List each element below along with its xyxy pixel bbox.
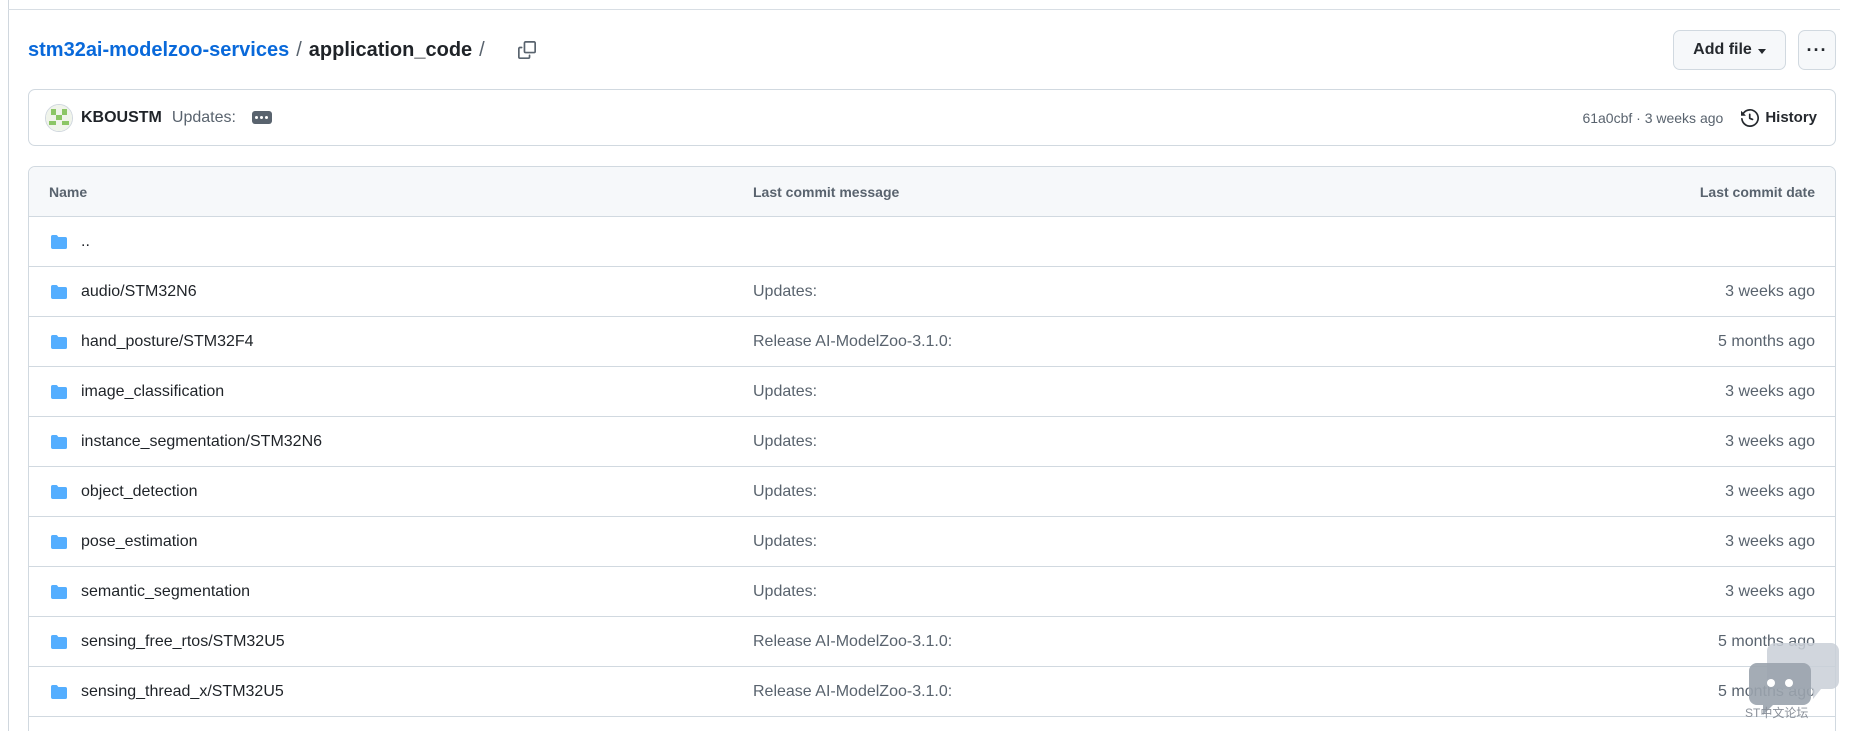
folder-link[interactable]: pose_estimation: [81, 533, 198, 551]
folder-icon: [51, 234, 67, 249]
column-header-date: Last commit date: [1699, 183, 1815, 200]
folder-icon: [51, 534, 67, 549]
commit-date: 3 weeks ago: [1725, 532, 1815, 550]
header-actions: Add file ···: [1673, 30, 1836, 70]
avatar[interactable]: [45, 103, 73, 132]
file-table: Name Last commit message Last commit dat…: [28, 166, 1836, 731]
folder-link[interactable]: sensing_thread_x/STM32U5: [81, 683, 284, 701]
folder-icon: [51, 384, 67, 399]
ellipsis-dot: [260, 116, 264, 119]
folder-icon: [51, 584, 67, 599]
add-file-button[interactable]: Add file: [1673, 30, 1786, 70]
file-name-cell: audio/STM32N6: [49, 283, 197, 301]
commit-author[interactable]: KBOUSTM: [81, 109, 162, 127]
expand-commit-message-button[interactable]: [251, 111, 272, 124]
commit-message-link[interactable]: Updates:: [753, 483, 817, 501]
folder-link[interactable]: hand_posture/STM32F4: [81, 333, 254, 351]
table-row[interactable]: pose_estimation Updates: 3 weeks ago: [29, 517, 1835, 567]
file-name-cell: hand_posture/STM32F4: [49, 333, 254, 351]
copy-icon: [517, 41, 536, 59]
folder-icon: [51, 334, 67, 349]
breadcrumb-repo-link[interactable]: stm32ai-modelzoo-services: [28, 39, 289, 62]
folder-icon: [51, 684, 67, 699]
page-left-border: [8, 0, 9, 731]
commit-message-link[interactable]: Updates:: [753, 583, 817, 601]
commit-date: 3 weeks ago: [1725, 282, 1815, 300]
breadcrumb-trailing-separator: /: [479, 38, 485, 61]
folder-icon: [51, 484, 67, 499]
latest-commit-bar: KBOUSTM Updates: 61a0cbf · 3 weeks ago H…: [28, 89, 1836, 146]
table-row[interactable]: image_classification Updates: 3 weeks ago: [29, 367, 1835, 417]
more-options-button[interactable]: ···: [1798, 30, 1836, 70]
chevron-down-icon: [1757, 48, 1766, 54]
file-rows: audio/STM32N6 Updates: 3 weeks ago hand_pos…: [29, 267, 1835, 717]
file-name-cell: pose_estimation: [49, 533, 198, 551]
commit-message-link[interactable]: Release AI-ModelZoo-3.1.0:: [753, 333, 952, 351]
identicon-icon: [46, 104, 72, 131]
breadcrumb-current-directory: application_code: [308, 38, 473, 61]
parent-directory-link[interactable]: ..: [81, 233, 90, 251]
folder-link[interactable]: audio/STM32N6: [81, 283, 197, 301]
commit-message-link[interactable]: Updates:: [753, 383, 817, 401]
folder-icon: [51, 434, 67, 449]
folder-icon: [51, 634, 67, 649]
commit-date: 5 months ago: [1718, 332, 1815, 350]
table-row[interactable]: semantic_segmentation Updates: 3 weeks ago: [29, 567, 1835, 617]
history-button[interactable]: History: [1741, 108, 1817, 127]
commit-meta: 61a0cbf · 3 weeks ago History: [1582, 108, 1817, 127]
commit-date: 3 weeks ago: [1725, 432, 1815, 450]
commit-message-link[interactable]: Release AI-ModelZoo-3.1.0:: [753, 633, 952, 651]
table-row[interactable]: audio/STM32N6 Updates: 3 weeks ago: [29, 267, 1835, 317]
folder-link[interactable]: semantic_segmentation: [81, 583, 250, 601]
table-header: Name Last commit message Last commit dat…: [29, 167, 1835, 217]
column-header-name: Name: [49, 183, 88, 200]
history-icon: [1741, 108, 1760, 127]
commit-message[interactable]: Updates:: [172, 109, 236, 127]
breadcrumb-separator: /: [296, 38, 302, 61]
watermark-text: ST中文论坛: [1745, 706, 1809, 720]
commit-date: 3 weeks ago: [1725, 382, 1815, 400]
add-file-label: Add file: [1693, 41, 1752, 58]
ellipsis-dot: [255, 116, 259, 119]
commit-date: 3 weeks ago: [1725, 482, 1815, 500]
table-row[interactable]: object_detection Updates: 3 weeks ago: [29, 467, 1835, 517]
file-name-cell: sensing_free_rtos/STM32U5: [49, 633, 285, 651]
page-top-border: [8, 9, 1840, 10]
table-row-parent-directory[interactable]: ..: [29, 217, 1835, 267]
file-name-cell: instance_segmentation/STM32N6: [49, 433, 322, 451]
breadcrumb: stm32ai-modelzoo-services / application_…: [28, 39, 492, 62]
file-name-cell: semantic_segmentation: [49, 583, 250, 601]
folder-link[interactable]: sensing_free_rtos/STM32U5: [81, 633, 285, 651]
commit-message-link[interactable]: Release AI-ModelZoo-3.1.0:: [753, 683, 952, 701]
ellipsis-dot: [265, 116, 269, 119]
folder-link[interactable]: instance_segmentation/STM32N6: [81, 433, 322, 451]
history-label: History: [1765, 109, 1817, 126]
table-row[interactable]: instance_segmentation/STM32N6 Updates: 3 w…: [29, 417, 1835, 467]
table-row[interactable]: sensing_free_rtos/STM32U5 Release AI-Mode…: [29, 617, 1835, 667]
folder-link[interactable]: object_detection: [81, 483, 198, 501]
copy-path-button[interactable]: [514, 37, 540, 63]
table-row[interactable]: sensing_thread_x/STM32U5 Release AI-Model…: [29, 667, 1835, 717]
file-navigation-header: stm32ai-modelzoo-services / application_…: [28, 30, 1836, 70]
folder-icon: [51, 284, 67, 299]
commit-message-link[interactable]: Updates:: [753, 433, 817, 451]
file-name-cell: sensing_thread_x/STM32U5: [49, 683, 284, 701]
folder-link[interactable]: image_classification: [81, 383, 224, 401]
commit-date: 3 weeks ago: [1725, 582, 1815, 600]
file-name-cell: object_detection: [49, 483, 198, 501]
commit-sha-and-time[interactable]: 61a0cbf · 3 weeks ago: [1582, 110, 1723, 126]
file-name-cell: image_classification: [49, 383, 224, 401]
column-header-message: Last commit message: [753, 183, 900, 200]
commit-message-link[interactable]: Updates:: [753, 283, 817, 301]
parent-directory-cell: ..: [49, 233, 90, 251]
commit-message-link[interactable]: Updates:: [753, 533, 817, 551]
table-row[interactable]: hand_posture/STM32F4 Release AI-ModelZoo-…: [29, 317, 1835, 367]
